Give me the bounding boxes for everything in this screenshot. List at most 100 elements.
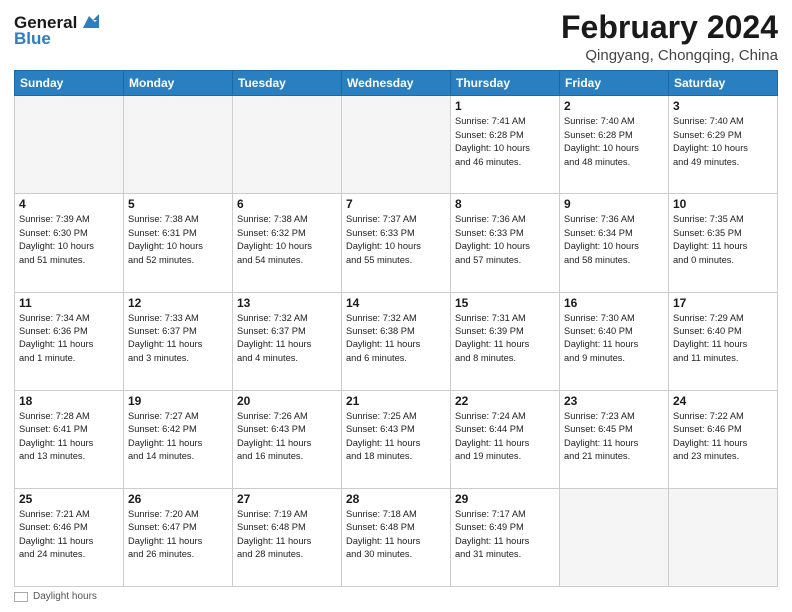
day-number: 2 <box>564 99 664 113</box>
title-block: February 2024 Qingyang, Chongqing, China <box>561 10 778 64</box>
calendar-cell: 7 Sunrise: 7:37 AM Sunset: 6:33 PM Daylig… <box>342 194 451 292</box>
day-info: Sunrise: 7:22 AM Sunset: 6:46 PM Dayligh… <box>673 410 773 464</box>
day-number: 1 <box>455 99 555 113</box>
day-info: Sunrise: 7:20 AM Sunset: 6:47 PM Dayligh… <box>128 508 228 562</box>
calendar-cell: 15 Sunrise: 7:31 AM Sunset: 6:39 PM Dayli… <box>451 292 560 390</box>
day-info: Sunrise: 7:17 AM Sunset: 6:49 PM Dayligh… <box>455 508 555 562</box>
day-info: Sunrise: 7:33 AM Sunset: 6:37 PM Dayligh… <box>128 312 228 366</box>
day-number: 21 <box>346 394 446 408</box>
week-row-3: 11Sunrise: 7:34 AM Sunset: 6:36 PM Dayli… <box>15 292 778 390</box>
calendar-cell: 28 Sunrise: 7:18 AM Sunset: 6:48 PM Dayli… <box>342 488 451 586</box>
week-row-4: 18 Sunrise: 7:28 AM Sunset: 6:41 PM Dayli… <box>15 390 778 488</box>
calendar-cell: 14 Sunrise: 7:32 AM Sunset: 6:38 PM Dayli… <box>342 292 451 390</box>
calendar-cell: 3 Sunrise: 7:40 AM Sunset: 6:29 PM Daylig… <box>669 96 778 194</box>
day-info: Sunrise: 7:36 AM Sunset: 6:33 PM Dayligh… <box>455 213 555 267</box>
legend-box <box>14 592 28 602</box>
day-number: 24 <box>673 394 773 408</box>
day-info: Sunrise: 7:37 AM Sunset: 6:33 PM Dayligh… <box>346 213 446 267</box>
day-number: 9 <box>564 197 664 211</box>
calendar-cell <box>233 96 342 194</box>
calendar-cell: 11Sunrise: 7:34 AM Sunset: 6:36 PM Dayli… <box>15 292 124 390</box>
calendar-cell: 22 Sunrise: 7:24 AM Sunset: 6:44 PM Dayli… <box>451 390 560 488</box>
day-info: Sunrise: 7:21 AM Sunset: 6:46 PM Dayligh… <box>19 508 119 562</box>
day-number: 13 <box>237 296 337 310</box>
day-info: Sunrise: 7:39 AM Sunset: 6:30 PM Dayligh… <box>19 213 119 267</box>
location: Qingyang, Chongqing, China <box>561 47 778 64</box>
day-info: Sunrise: 7:26 AM Sunset: 6:43 PM Dayligh… <box>237 410 337 464</box>
calendar-cell: 17Sunrise: 7:29 AM Sunset: 6:40 PM Dayli… <box>669 292 778 390</box>
calendar-cell: 24 Sunrise: 7:22 AM Sunset: 6:46 PM Dayli… <box>669 390 778 488</box>
day-number: 12 <box>128 296 228 310</box>
day-number: 4 <box>19 197 119 211</box>
logo-icon <box>79 12 99 32</box>
day-info: Sunrise: 7:23 AM Sunset: 6:45 PM Dayligh… <box>564 410 664 464</box>
calendar-cell: 18 Sunrise: 7:28 AM Sunset: 6:41 PM Dayli… <box>15 390 124 488</box>
weekday-header-row: SundayMondayTuesdayWednesdayThursdayFrid… <box>15 71 778 96</box>
day-number: 19 <box>128 394 228 408</box>
day-info: Sunrise: 7:36 AM Sunset: 6:34 PM Dayligh… <box>564 213 664 267</box>
day-number: 15 <box>455 296 555 310</box>
day-info: Sunrise: 7:31 AM Sunset: 6:39 PM Dayligh… <box>455 312 555 366</box>
weekday-header-sunday: Sunday <box>15 71 124 96</box>
day-info: Sunrise: 7:38 AM Sunset: 6:31 PM Dayligh… <box>128 213 228 267</box>
day-info: Sunrise: 7:41 AM Sunset: 6:28 PM Dayligh… <box>455 115 555 169</box>
page: General Blue February 2024 Qingyang, Cho… <box>0 0 792 612</box>
day-info: Sunrise: 7:32 AM Sunset: 6:38 PM Dayligh… <box>346 312 446 366</box>
calendar-cell: 2 Sunrise: 7:40 AM Sunset: 6:28 PM Daylig… <box>560 96 669 194</box>
day-number: 29 <box>455 492 555 506</box>
calendar-cell <box>669 488 778 586</box>
calendar-cell: 21Sunrise: 7:25 AM Sunset: 6:43 PM Dayli… <box>342 390 451 488</box>
day-info: Sunrise: 7:40 AM Sunset: 6:29 PM Dayligh… <box>673 115 773 169</box>
day-info: Sunrise: 7:30 AM Sunset: 6:40 PM Dayligh… <box>564 312 664 366</box>
day-number: 8 <box>455 197 555 211</box>
day-number: 27 <box>237 492 337 506</box>
day-number: 28 <box>346 492 446 506</box>
day-number: 3 <box>673 99 773 113</box>
day-number: 10 <box>673 197 773 211</box>
day-number: 26 <box>128 492 228 506</box>
day-number: 14 <box>346 296 446 310</box>
day-info: Sunrise: 7:40 AM Sunset: 6:28 PM Dayligh… <box>564 115 664 169</box>
calendar-cell: 6Sunrise: 7:38 AM Sunset: 6:32 PM Daylig… <box>233 194 342 292</box>
day-number: 17 <box>673 296 773 310</box>
calendar-cell: 5Sunrise: 7:38 AM Sunset: 6:31 PM Daylig… <box>124 194 233 292</box>
weekday-header-friday: Friday <box>560 71 669 96</box>
calendar-cell: 13 Sunrise: 7:32 AM Sunset: 6:37 PM Dayli… <box>233 292 342 390</box>
calendar-cell: 10 Sunrise: 7:35 AM Sunset: 6:35 PM Dayli… <box>669 194 778 292</box>
calendar-cell <box>560 488 669 586</box>
calendar-cell: 4 Sunrise: 7:39 AM Sunset: 6:30 PM Daylig… <box>15 194 124 292</box>
day-number: 18 <box>19 394 119 408</box>
calendar-cell: 29 Sunrise: 7:17 AM Sunset: 6:49 PM Dayli… <box>451 488 560 586</box>
weekday-header-saturday: Saturday <box>669 71 778 96</box>
day-info: Sunrise: 7:27 AM Sunset: 6:42 PM Dayligh… <box>128 410 228 464</box>
legend-label: Daylight hours <box>33 591 97 602</box>
weekday-header-tuesday: Tuesday <box>233 71 342 96</box>
logo-blue: Blue <box>14 30 99 48</box>
day-info: Sunrise: 7:32 AM Sunset: 6:37 PM Dayligh… <box>237 312 337 366</box>
day-number: 7 <box>346 197 446 211</box>
week-row-5: 25Sunrise: 7:21 AM Sunset: 6:46 PM Dayli… <box>15 488 778 586</box>
day-info: Sunrise: 7:38 AM Sunset: 6:32 PM Dayligh… <box>237 213 337 267</box>
week-row-1: 1 Sunrise: 7:41 AM Sunset: 6:28 PM Daylig… <box>15 96 778 194</box>
calendar-cell: 23 Sunrise: 7:23 AM Sunset: 6:45 PM Dayli… <box>560 390 669 488</box>
calendar-cell <box>15 96 124 194</box>
calendar-cell: 1 Sunrise: 7:41 AM Sunset: 6:28 PM Daylig… <box>451 96 560 194</box>
month-title: February 2024 <box>561 10 778 45</box>
calendar-cell: 8 Sunrise: 7:36 AM Sunset: 6:33 PM Daylig… <box>451 194 560 292</box>
calendar-table: SundayMondayTuesdayWednesdayThursdayFrid… <box>14 70 778 587</box>
calendar-cell: 19 Sunrise: 7:27 AM Sunset: 6:42 PM Dayli… <box>124 390 233 488</box>
day-info: Sunrise: 7:18 AM Sunset: 6:48 PM Dayligh… <box>346 508 446 562</box>
calendar-cell: 9 Sunrise: 7:36 AM Sunset: 6:34 PM Daylig… <box>560 194 669 292</box>
day-number: 23 <box>564 394 664 408</box>
day-number: 16 <box>564 296 664 310</box>
weekday-header-monday: Monday <box>124 71 233 96</box>
day-info: Sunrise: 7:24 AM Sunset: 6:44 PM Dayligh… <box>455 410 555 464</box>
day-info: Sunrise: 7:35 AM Sunset: 6:35 PM Dayligh… <box>673 213 773 267</box>
day-info: Sunrise: 7:28 AM Sunset: 6:41 PM Dayligh… <box>19 410 119 464</box>
footer: Daylight hours <box>14 591 778 602</box>
calendar-cell: 20Sunrise: 7:26 AM Sunset: 6:43 PM Dayli… <box>233 390 342 488</box>
calendar-cell: 26 Sunrise: 7:20 AM Sunset: 6:47 PM Dayli… <box>124 488 233 586</box>
weekday-header-thursday: Thursday <box>451 71 560 96</box>
day-number: 22 <box>455 394 555 408</box>
calendar-cell: 27Sunrise: 7:19 AM Sunset: 6:48 PM Dayli… <box>233 488 342 586</box>
